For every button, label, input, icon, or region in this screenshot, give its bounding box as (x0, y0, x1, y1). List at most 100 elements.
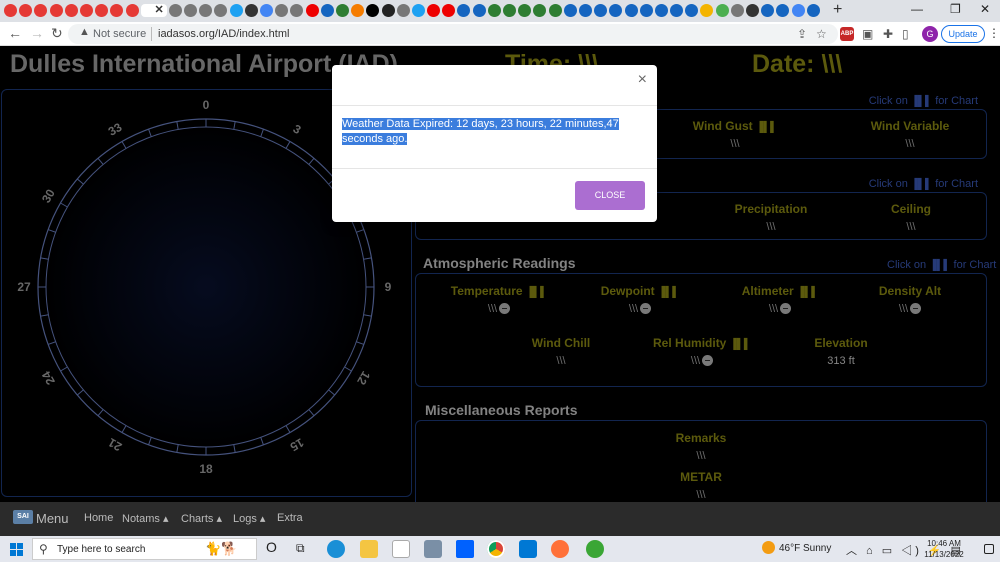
tab-favicon[interactable] (639, 4, 653, 17)
active-tab[interactable]: ✕ (140, 4, 167, 17)
tab-favicon[interactable] (503, 4, 516, 17)
tab-favicon[interactable] (578, 4, 592, 17)
minimize-icon[interactable]: — (911, 2, 923, 16)
share-icon[interactable]: ⇪ (797, 27, 807, 41)
tab-favicon[interactable] (563, 4, 577, 17)
bookmark-star-icon[interactable]: ☆ (816, 27, 827, 41)
tab-favicon[interactable] (654, 4, 668, 17)
address-bar[interactable]: ▲ Not secure iadasos.org/IAD/index.html (68, 24, 838, 44)
profile-avatar[interactable]: G (922, 26, 938, 42)
edge-icon[interactable] (327, 540, 345, 558)
update-button[interactable]: Update (941, 25, 985, 43)
nav-logs[interactable]: Logs ▴ (233, 512, 265, 525)
puzzle-icon[interactable]: ✚ (883, 27, 893, 41)
close-icon[interactable]: × (638, 71, 647, 89)
reload-icon[interactable]: ↻ (51, 25, 63, 42)
tab-favicon[interactable] (366, 4, 380, 17)
tab-favicon[interactable] (761, 4, 775, 17)
tab-favicon[interactable] (34, 4, 48, 17)
taskbar-search[interactable]: ⚲ Type here to search 🐈🐕 (32, 538, 257, 560)
tab-favicon[interactable] (4, 4, 17, 17)
tab-favicon[interactable] (19, 4, 33, 17)
tab-favicon[interactable] (746, 4, 759, 17)
tab-favicon[interactable] (381, 4, 395, 17)
photos-icon[interactable] (424, 540, 442, 558)
tab-favicon[interactable] (442, 4, 456, 17)
tab-favicon[interactable] (351, 4, 365, 17)
extension-icon[interactable]: ▣ (862, 27, 873, 41)
tab-favicon[interactable] (125, 4, 139, 17)
tab-favicon[interactable] (715, 4, 729, 17)
tab-favicon[interactable] (472, 4, 486, 17)
close-window-icon[interactable]: ✕ (980, 2, 990, 16)
taskbar-clock[interactable]: 10:46 AM 11/13/2022 (918, 538, 970, 560)
tab-favicon[interactable] (548, 4, 562, 17)
tab-favicon[interactable] (670, 4, 684, 17)
tab-favicon[interactable] (260, 4, 273, 17)
tab-favicon[interactable] (229, 4, 243, 17)
dialog-message: Weather Data Expired: 12 days, 23 hours,… (342, 117, 642, 147)
tab-favicon[interactable] (730, 4, 744, 17)
tab-favicon[interactable] (110, 4, 124, 17)
app-icon-green[interactable] (586, 540, 604, 558)
cortana-icon[interactable]: O (266, 539, 277, 555)
tab-strip[interactable]: ✕ (4, 4, 832, 18)
notification-icon[interactable] (984, 544, 994, 554)
tab-favicon[interactable] (290, 4, 304, 17)
tab-favicon[interactable] (427, 4, 441, 17)
tab-favicon[interactable] (320, 4, 334, 17)
tab-favicon[interactable] (49, 4, 63, 17)
tab-favicon[interactable] (487, 4, 501, 17)
divider (332, 168, 657, 169)
tab-favicon[interactable] (396, 4, 410, 17)
app-icon[interactable] (392, 540, 410, 558)
taskbar-weather[interactable]: 46°F Sunny (762, 541, 831, 554)
tab-favicon[interactable] (457, 4, 471, 17)
chrome-icon[interactable] (487, 540, 505, 558)
modal-backdrop[interactable]: × Weather Data Expired: 12 days, 23 hour… (0, 47, 1000, 502)
firefox-icon[interactable] (551, 540, 569, 558)
tab-favicon[interactable] (806, 4, 820, 17)
tab-favicon[interactable] (533, 4, 547, 17)
nav-extra[interactable]: Extra (277, 512, 303, 524)
tab-favicon[interactable] (168, 4, 182, 17)
tab-favicon[interactable] (700, 4, 714, 17)
new-tab-button[interactable]: + (833, 1, 842, 19)
tab-favicon[interactable] (184, 4, 198, 17)
tab-favicon[interactable] (199, 4, 213, 17)
back-icon[interactable]: ← (8, 25, 22, 41)
sidebar-icon[interactable]: ▯ (902, 27, 909, 41)
tab-favicon[interactable] (95, 4, 109, 17)
tab-favicon[interactable] (609, 4, 623, 17)
mail-icon[interactable] (519, 540, 537, 558)
tab-favicon[interactable] (685, 4, 699, 17)
tab-favicon[interactable] (594, 4, 608, 17)
nav-home[interactable]: Home (84, 512, 113, 524)
tab-favicon[interactable] (335, 4, 349, 17)
url-text[interactable]: iadasos.org/IAD/index.html (158, 28, 289, 40)
tab-favicon[interactable] (275, 4, 289, 17)
menu-button[interactable]: Menu (36, 511, 69, 526)
tab-favicon[interactable] (791, 4, 805, 17)
tab-favicon[interactable] (214, 4, 228, 17)
file-explorer-icon[interactable] (360, 540, 378, 558)
tab-favicon[interactable] (518, 4, 532, 17)
dropbox-icon[interactable] (456, 540, 474, 558)
site-logo: SAI (13, 510, 33, 524)
windows-start-icon[interactable] (10, 543, 23, 556)
tab-favicon[interactable] (64, 4, 78, 17)
tab-favicon[interactable] (305, 4, 319, 17)
close-button[interactable]: CLOSE (575, 181, 645, 210)
tab-favicon[interactable] (244, 4, 258, 17)
forward-icon[interactable]: → (30, 25, 44, 41)
tab-favicon[interactable] (411, 4, 425, 17)
nav-charts[interactable]: Charts ▴ (181, 512, 222, 525)
adblock-icon[interactable]: ABP (840, 27, 854, 41)
tab-favicon[interactable] (79, 4, 93, 17)
more-menu-icon[interactable]: ⋮ (988, 26, 1000, 40)
tab-favicon[interactable] (624, 4, 638, 17)
tab-favicon[interactable] (776, 4, 790, 17)
task-view-icon[interactable]: ⧉ (296, 541, 305, 556)
maximize-icon[interactable]: ❐ (950, 2, 961, 16)
nav-notams[interactable]: Notams ▴ (122, 512, 168, 525)
